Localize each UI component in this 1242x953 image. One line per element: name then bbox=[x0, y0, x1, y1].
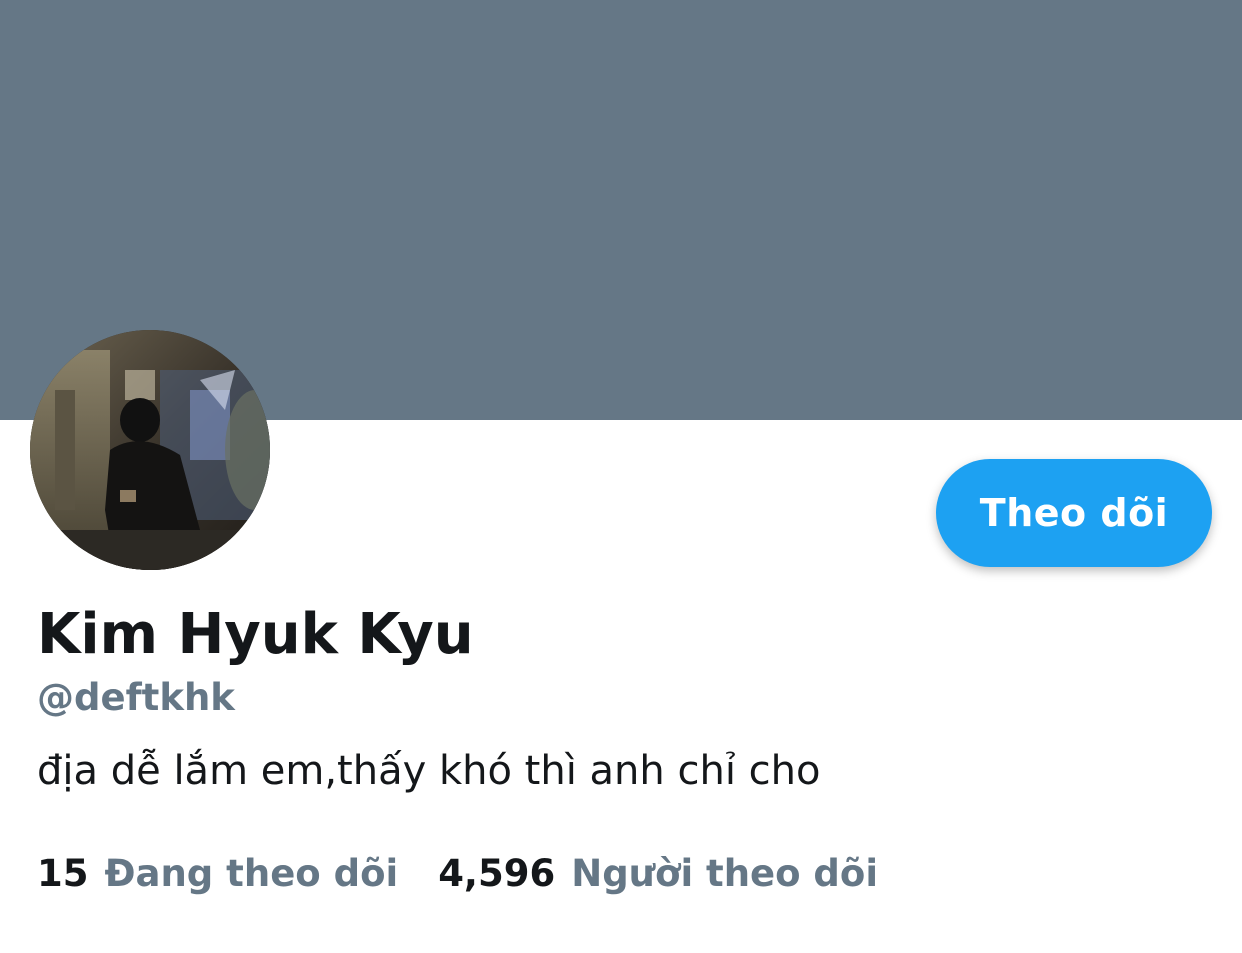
bio: địa dễ lắm em,thấy khó thì anh chỉ cho bbox=[37, 748, 821, 794]
followers-count: 4,596 bbox=[438, 852, 556, 895]
followers-stat[interactable]: 4,596 Người theo dõi bbox=[438, 852, 878, 895]
following-stat[interactable]: 15 Đang theo dõi bbox=[37, 852, 398, 895]
follow-button[interactable]: Theo dõi bbox=[936, 459, 1212, 567]
followers-label: Người theo dõi bbox=[571, 852, 879, 895]
handle: @deftkhk bbox=[37, 676, 235, 719]
stats-row: 15 Đang theo dõi 4,596 Người theo dõi bbox=[37, 852, 878, 895]
avatar-photo bbox=[30, 330, 270, 570]
following-count: 15 bbox=[37, 852, 89, 895]
profile-page: Theo dõi Kim Hyuk Kyu @deftkhk địa dễ lắ… bbox=[0, 0, 1242, 953]
display-name: Kim Hyuk Kyu bbox=[37, 602, 474, 667]
avatar[interactable] bbox=[30, 330, 270, 570]
following-label: Đang theo dõi bbox=[104, 852, 399, 895]
